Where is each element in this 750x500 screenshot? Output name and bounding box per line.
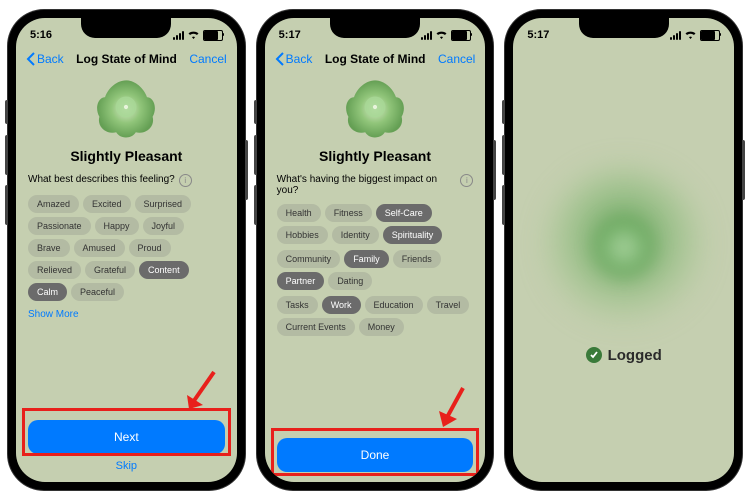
impact-chip-group: TasksWorkEducationTravel Current EventsMo… — [277, 296, 474, 336]
battery-icon — [451, 30, 471, 41]
wifi-icon — [435, 30, 448, 40]
cancel-button[interactable]: Cancel — [438, 52, 475, 66]
chip-health[interactable]: Health — [277, 204, 321, 222]
chip-family[interactable]: Family — [344, 250, 389, 268]
screen-1: 5:16 Back Log State of Mind Cancel Sligh… — [16, 18, 237, 482]
status-time: 5:17 — [527, 29, 549, 41]
nav-title: Log State of Mind — [76, 52, 177, 66]
chip-surprised[interactable]: Surprised — [135, 195, 192, 213]
chip-proud[interactable]: Proud — [129, 239, 171, 257]
skip-button[interactable]: Skip — [28, 460, 225, 472]
back-button[interactable]: Back — [26, 52, 64, 66]
logged-label: Logged — [586, 347, 662, 364]
prompt-text: What's having the biggest impact on you?… — [277, 174, 474, 196]
nav-bar: Back Log State of Mind Cancel — [265, 48, 486, 70]
chip-identity[interactable]: Identity — [332, 226, 379, 244]
nav-bar: Back Log State of Mind Cancel — [16, 48, 237, 70]
nav-title: Log State of Mind — [325, 52, 426, 66]
chip-amused[interactable]: Amused — [74, 239, 125, 257]
mood-flower-icon — [340, 72, 410, 142]
chip-work[interactable]: Work — [322, 296, 361, 314]
status-time: 5:17 — [279, 29, 301, 41]
battery-icon — [203, 30, 223, 41]
mood-label: Slightly Pleasant — [277, 148, 474, 164]
mood-label: Slightly Pleasant — [28, 148, 225, 164]
chip-fitness[interactable]: Fitness — [325, 204, 372, 222]
battery-icon — [700, 30, 720, 41]
chip-brave[interactable]: Brave — [28, 239, 70, 257]
wifi-icon — [187, 30, 200, 40]
logged-view: Logged — [513, 48, 734, 482]
mood-flower-icon — [91, 72, 161, 142]
checkmark-icon — [586, 347, 602, 363]
screen-2: 5:17 Back Log State of Mind Cancel Sligh… — [265, 18, 486, 482]
chip-friends[interactable]: Friends — [393, 250, 441, 268]
screen-3: 5:17 Logged — [513, 18, 734, 482]
chip-amazed[interactable]: Amazed — [28, 195, 79, 213]
chip-excited[interactable]: Excited — [83, 195, 131, 213]
next-button[interactable]: Next — [28, 420, 225, 454]
impact-chip-group: HealthFitnessSelf-Care HobbiesIdentitySpi… — [277, 204, 474, 244]
impact-chip-group: CommunityFamilyFriends PartnerDating — [277, 250, 474, 290]
show-more-link[interactable]: Show More — [28, 309, 225, 320]
blurred-flower-icon — [544, 167, 704, 327]
phone-3: 5:17 Logged — [505, 10, 742, 490]
chip-relieved[interactable]: Relieved — [28, 261, 81, 279]
chip-education[interactable]: Education — [365, 296, 423, 314]
phone-2: 5:17 Back Log State of Mind Cancel Sligh… — [257, 10, 494, 490]
signal-icon — [421, 31, 432, 40]
chip-content[interactable]: Content — [139, 261, 189, 279]
signal-icon — [670, 31, 681, 40]
signal-icon — [173, 31, 184, 40]
back-button[interactable]: Back — [275, 52, 313, 66]
chip-passionate[interactable]: Passionate — [28, 217, 91, 235]
chip-joyful[interactable]: Joyful — [143, 217, 185, 235]
info-icon[interactable]: i — [460, 174, 473, 187]
chip-money[interactable]: Money — [359, 318, 404, 336]
chip-current-events[interactable]: Current Events — [277, 318, 355, 336]
chip-partner[interactable]: Partner — [277, 272, 325, 290]
wifi-icon — [684, 30, 697, 40]
phone-1: 5:16 Back Log State of Mind Cancel Sligh… — [8, 10, 245, 490]
chip-dating[interactable]: Dating — [328, 272, 372, 290]
done-button[interactable]: Done — [277, 438, 474, 472]
feeling-chips: AmazedExcitedSurprised PassionateHappyJoy… — [28, 195, 225, 301]
chip-hobbies[interactable]: Hobbies — [277, 226, 328, 244]
chip-grateful[interactable]: Grateful — [85, 261, 135, 279]
chip-tasks[interactable]: Tasks — [277, 296, 318, 314]
chip-self-care[interactable]: Self-Care — [376, 204, 432, 222]
chip-calm[interactable]: Calm — [28, 283, 67, 301]
chip-spirituality[interactable]: Spirituality — [383, 226, 443, 244]
info-icon[interactable]: i — [179, 174, 192, 187]
chip-community[interactable]: Community — [277, 250, 341, 268]
cancel-button[interactable]: Cancel — [189, 52, 226, 66]
prompt-text: What best describes this feeling?i — [28, 174, 225, 187]
status-time: 5:16 — [30, 29, 52, 41]
chip-peaceful[interactable]: Peaceful — [71, 283, 124, 301]
chip-travel[interactable]: Travel — [427, 296, 470, 314]
chip-happy[interactable]: Happy — [95, 217, 139, 235]
